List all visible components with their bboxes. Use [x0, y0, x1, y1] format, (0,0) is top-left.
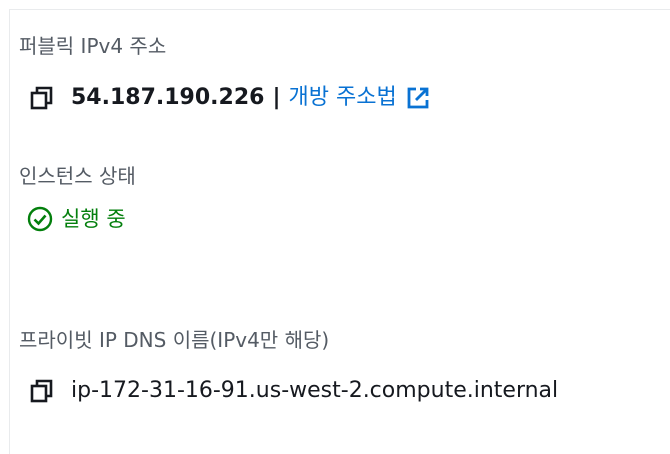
instance-status-text: 실행 중 — [61, 207, 126, 231]
instance-state-label: 인스턴스 상태 — [19, 164, 136, 188]
separator: | — [272, 85, 281, 110]
public-ipv4-row: 54.187.190.226 | 개방 주소법 — [29, 83, 431, 113]
open-address-link[interactable]: 개방 주소법 — [289, 83, 397, 113]
copy-icon[interactable] — [29, 85, 55, 111]
check-circle-icon — [27, 206, 53, 232]
instance-state-row: 실행 중 — [27, 205, 126, 233]
private-dns-label: 프라이빗 IP DNS 이름(IPv4만 해당) — [19, 328, 330, 352]
public-ipv4-value: 54.187.190.226 — [71, 85, 265, 110]
private-dns-value: ip-172-31-16-91.us-west-2.compute.intern… — [71, 378, 559, 403]
public-ipv4-label: 퍼블릭 IPv4 주소 — [19, 34, 167, 58]
external-link-icon[interactable] — [405, 85, 431, 111]
copy-icon[interactable] — [29, 378, 55, 404]
private-dns-row: ip-172-31-16-91.us-west-2.compute.intern… — [29, 376, 558, 406]
